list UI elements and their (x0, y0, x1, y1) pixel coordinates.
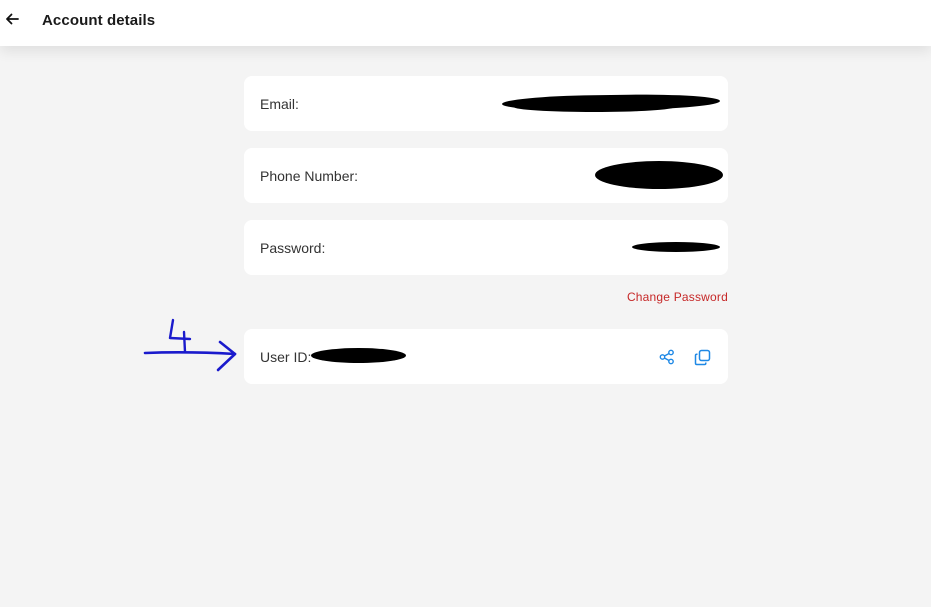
app-header: Account details (0, 0, 931, 46)
password-card: Password: (244, 220, 728, 275)
share-icon (659, 349, 674, 365)
annotation-arrow (140, 312, 240, 379)
password-label: Password: (260, 239, 326, 256)
user-id-value-redacted (311, 348, 406, 363)
arrow-left-icon (6, 13, 19, 25)
phone-label: Phone Number: (260, 167, 359, 184)
copy-button[interactable] (692, 347, 712, 367)
copy-icon (694, 349, 710, 365)
change-password-link[interactable]: Change Password (627, 290, 728, 304)
user-id-card: User ID: (244, 329, 728, 384)
email-label: Email: (260, 95, 299, 112)
phone-card: Phone Number: (244, 148, 728, 203)
back-button[interactable] (0, 5, 26, 33)
phone-value-redacted (595, 161, 723, 189)
user-id-label: User ID: (260, 348, 312, 365)
page-title: Account details (42, 12, 156, 29)
password-value-redacted (632, 242, 720, 252)
hand-drawn-arrow-icon (143, 318, 237, 372)
share-button[interactable] (657, 347, 677, 367)
email-redaction-stroke (514, 102, 674, 112)
email-card: Email: (244, 76, 728, 131)
